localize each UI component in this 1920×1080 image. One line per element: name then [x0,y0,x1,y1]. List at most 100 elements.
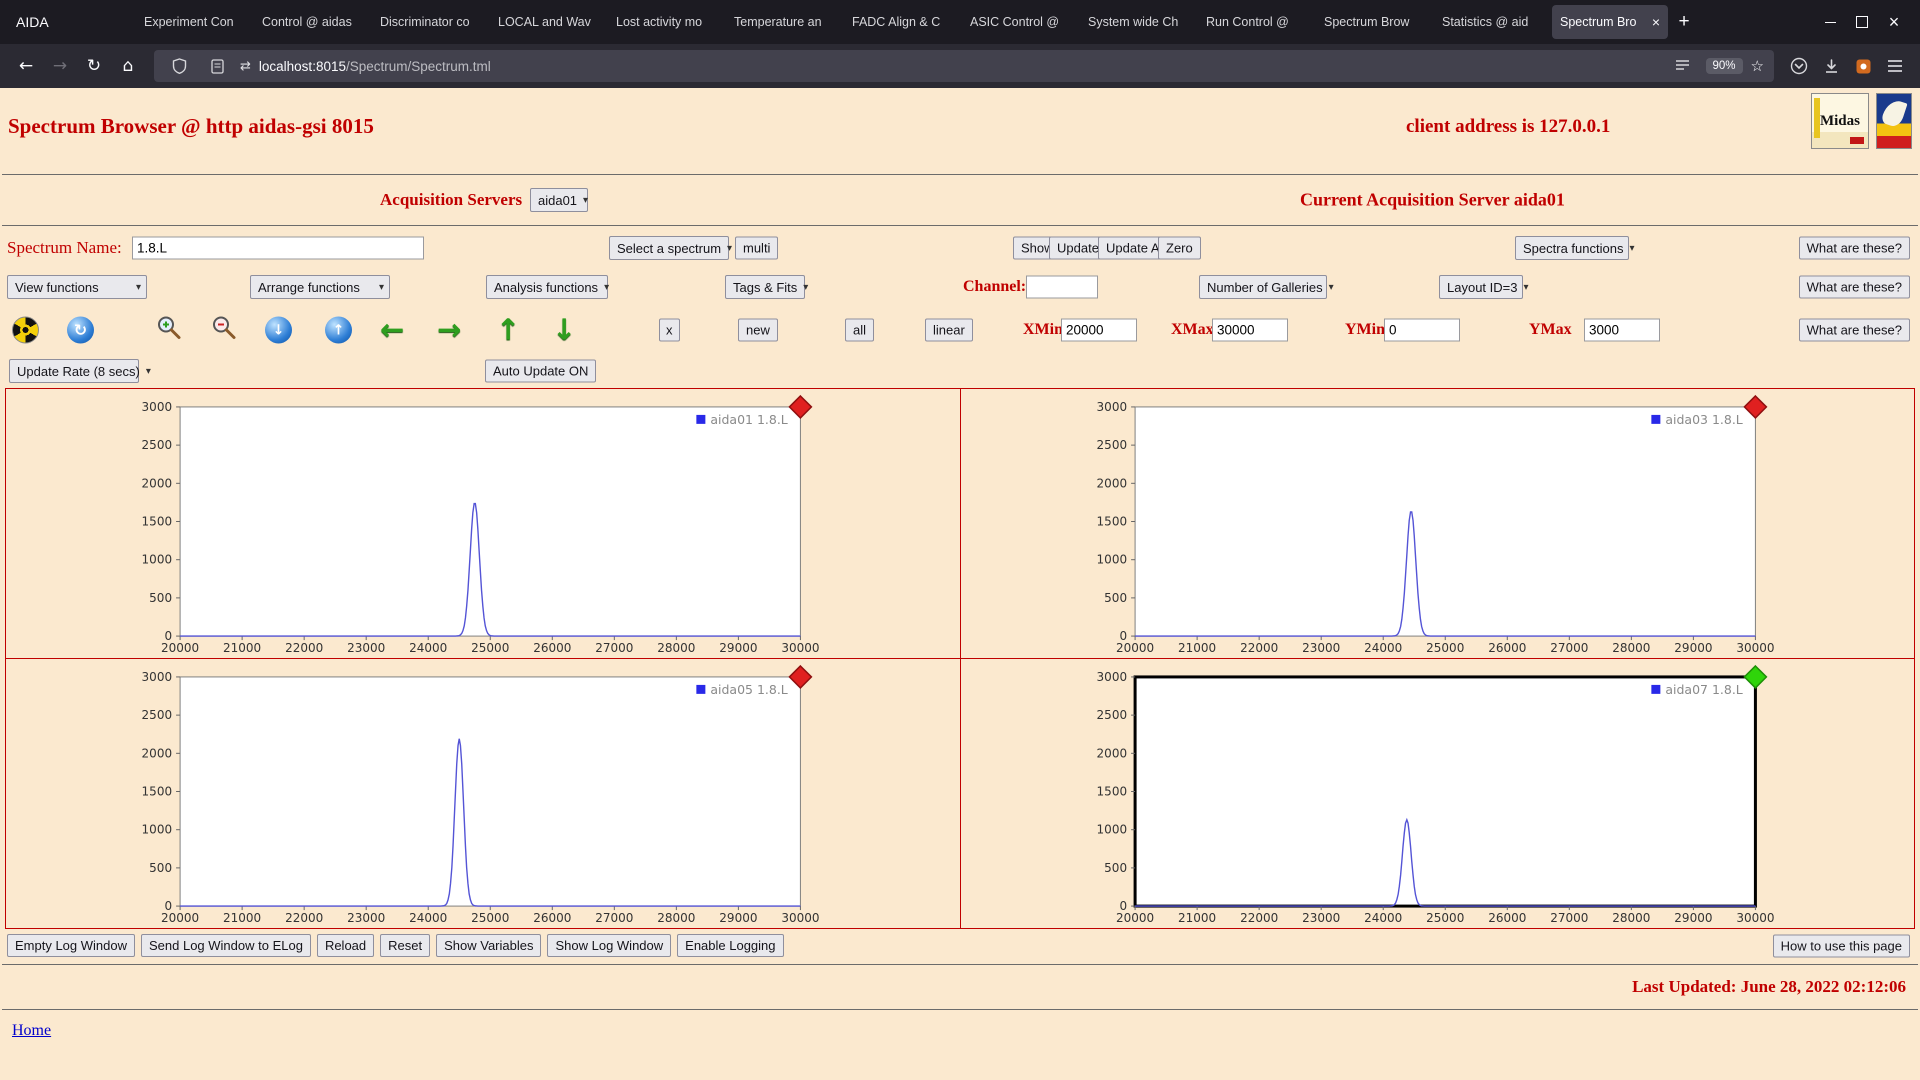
xmin-input[interactable] [1061,319,1137,342]
browser-tab[interactable]: Temperature an [726,5,842,39]
reader-mode-icon[interactable] [1668,51,1698,81]
browser-tab[interactable]: Run Control @ [1198,5,1314,39]
number-of-galleries-dropdown[interactable]: Number of Galleries [1199,275,1327,299]
browser-tab[interactable]: FADC Align & C [844,5,960,39]
tab-close-icon[interactable]: × [1652,14,1660,30]
how-to-use-button[interactable]: How to use this page [1773,934,1910,957]
zoom-in-icon[interactable] [156,315,182,346]
pan-right-icon[interactable]: → [437,316,461,345]
browser-tab[interactable]: Experiment Con [136,5,252,39]
arrange-functions-dropdown[interactable]: Arrange functions [250,275,390,299]
zero-button[interactable]: Zero [1158,237,1201,260]
logos: Midas [1811,93,1912,149]
pan-left-icon[interactable]: ← [380,316,404,345]
new-tab-button[interactable]: + [1669,7,1699,37]
x-button[interactable]: x [659,319,680,342]
bookmark-star-icon[interactable]: ☆ [1751,57,1764,75]
ymax-input[interactable] [1584,319,1660,342]
minimize-button[interactable] [1814,6,1846,38]
what-are-these-button[interactable]: What are these? [1799,276,1910,299]
tags-fits-dropdown[interactable]: Tags & Fits [725,275,805,299]
home-link[interactable]: Home [12,1022,51,1040]
browser-tab[interactable]: LOCAL and Wav [490,5,606,39]
browser-tab[interactable]: Spectrum Brow [1316,5,1432,39]
expand-y-icon[interactable]: ↓ [265,317,292,344]
zoom-level-badge[interactable]: 90% [1706,58,1743,74]
home-icon[interactable]: ⌂ [112,50,144,82]
browser-tab[interactable]: Spectrum Bro× [1552,5,1668,39]
view-functions-dropdown[interactable]: View functions [7,275,147,299]
acquisition-server-value: aida01 [538,193,577,208]
svg-text:3000: 3000 [1096,670,1127,684]
pocket-icon[interactable] [1784,51,1814,81]
forward-icon[interactable]: → [44,50,76,82]
new-button[interactable]: new [738,319,778,342]
analysis-functions-dropdown[interactable]: Analysis functions [486,275,608,299]
log-button[interactable]: Reload [317,934,374,957]
zoom-out-icon[interactable] [211,315,237,346]
multi-button[interactable]: multi [735,237,778,260]
reload-icon[interactable]: ↻ [78,50,110,82]
close-button[interactable] [1878,6,1910,38]
spectrum-chart[interactable]: 0500100015002000250030002000021000220002… [6,389,961,659]
channel-input[interactable] [1026,276,1098,299]
pan-down-icon[interactable]: ↓ [552,316,576,345]
select-spectrum-dropdown[interactable]: Select a spectrum [609,236,729,260]
svg-text:500: 500 [1104,861,1127,875]
svg-text:3000: 3000 [1096,400,1127,414]
svg-text:24000: 24000 [1364,911,1402,925]
browser-tab[interactable]: System wide Ch [1080,5,1196,39]
shield-icon[interactable] [164,51,194,81]
layout-id-dropdown[interactable]: Layout ID=3 [1439,275,1523,299]
pan-up-icon[interactable]: ↑ [496,316,520,345]
maximize-button[interactable] [1846,6,1878,38]
menu-icon[interactable] [1880,51,1910,81]
what-are-these-button[interactable]: What are these? [1799,237,1910,260]
browser-tab[interactable]: Lost activity mo [608,5,724,39]
refresh-icon[interactable]: ↻ [67,317,94,344]
analysis-functions-value: Analysis functions [494,280,598,295]
acquisition-server-select[interactable]: aida01 [530,188,588,212]
browser-tab[interactable]: Control @ aidas [254,5,370,39]
spectrum-name-input[interactable] [132,237,424,260]
log-button[interactable]: Show Variables [436,934,541,957]
tab-title: LOCAL and Wav [498,15,598,29]
all-button[interactable]: all [845,319,874,342]
log-button[interactable]: Reset [380,934,430,957]
spectra-functions-dropdown[interactable]: Spectra functions [1515,236,1629,260]
spectrum-chart[interactable]: 0500100015002000250030002000021000220002… [6,659,961,929]
what-are-these-button[interactable]: What are these? [1799,319,1910,342]
svg-text:29000: 29000 [1674,911,1712,925]
svg-text:2500: 2500 [142,438,173,452]
xmax-input[interactable] [1212,319,1288,342]
update-rate-dropdown[interactable]: Update Rate (8 secs) [9,359,139,383]
svg-text:3000: 3000 [142,670,173,684]
spectrum-chart[interactable]: 0500100015002000250030002000021000220002… [961,659,1916,929]
svg-text:27000: 27000 [1550,641,1588,655]
update-rate-row: Update Rate (8 secs) Auto Update ON [0,354,1920,388]
https-swap-icon[interactable]: ⇄ [240,59,251,74]
browser-tab[interactable]: Discriminator co [372,5,488,39]
address-bar[interactable]: ⇄ localhost:8015/Spectrum/Spectrum.tml 9… [154,50,1774,82]
browser-tab[interactable]: ASIC Control @ [962,5,1078,39]
url-text[interactable]: localhost:8015/Spectrum/Spectrum.tml [259,59,1660,74]
auto-update-button[interactable]: Auto Update ON [485,360,596,383]
spectrum-chart[interactable]: 0500100015002000250030002000021000220002… [961,389,1916,659]
log-button[interactable]: Show Log Window [547,934,671,957]
linear-button[interactable]: linear [925,319,973,342]
download-icon[interactable] [1816,51,1846,81]
log-button[interactable]: Send Log Window to ELog [141,934,311,957]
log-button[interactable]: Enable Logging [677,934,783,957]
browser-tab[interactable]: Statistics @ aid [1434,5,1550,39]
page-info-icon[interactable] [202,51,232,81]
radioactive-icon[interactable] [12,317,39,344]
ymin-input[interactable] [1384,319,1460,342]
svg-text:500: 500 [149,861,172,875]
log-buttons: Empty Log Window Send Log Window to ELog R… [7,934,784,957]
svg-text:1000: 1000 [1096,553,1127,567]
back-icon[interactable]: ← [10,50,42,82]
xmax-label: XMax [1171,321,1214,339]
log-button[interactable]: Empty Log Window [7,934,135,957]
extension-icon[interactable] [1848,51,1878,81]
compress-y-icon[interactable]: ↑ [325,317,352,344]
